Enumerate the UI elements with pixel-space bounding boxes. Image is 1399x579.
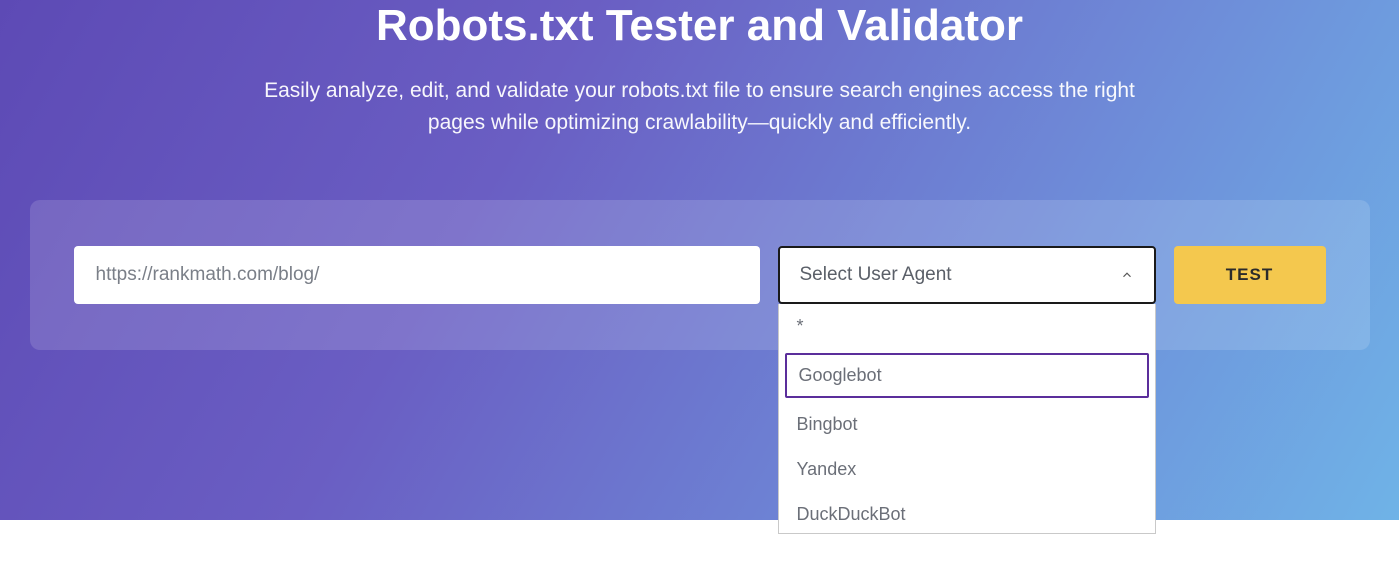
test-button[interactable]: TEST [1174, 246, 1326, 304]
hero-section: Robots.txt Tester and Validator Easily a… [0, 0, 1399, 520]
user-agent-option[interactable]: Bingbot [779, 402, 1155, 447]
user-agent-option[interactable]: * [779, 304, 1155, 349]
tester-panel: Select User Agent *GooglebotBingbotYande… [30, 200, 1370, 350]
user-agent-option[interactable]: Googlebot [785, 353, 1149, 398]
url-input[interactable] [74, 246, 760, 304]
page-subtitle: Easily analyze, edit, and validate your … [250, 75, 1150, 140]
user-agent-dropdown[interactable]: *GooglebotBingbotYandexDuckDuckBot [778, 304, 1156, 534]
footer-blank [0, 520, 1399, 579]
user-agent-select-wrap: Select User Agent *GooglebotBingbotYande… [778, 246, 1156, 304]
page-title: Robots.txt Tester and Validator [0, 0, 1399, 53]
user-agent-select-label: Select User Agent [800, 264, 952, 286]
user-agent-option[interactable]: DuckDuckBot [779, 492, 1155, 534]
user-agent-select[interactable]: Select User Agent [778, 246, 1156, 304]
chevron-up-icon [1120, 268, 1134, 282]
user-agent-option[interactable]: Yandex [779, 447, 1155, 492]
